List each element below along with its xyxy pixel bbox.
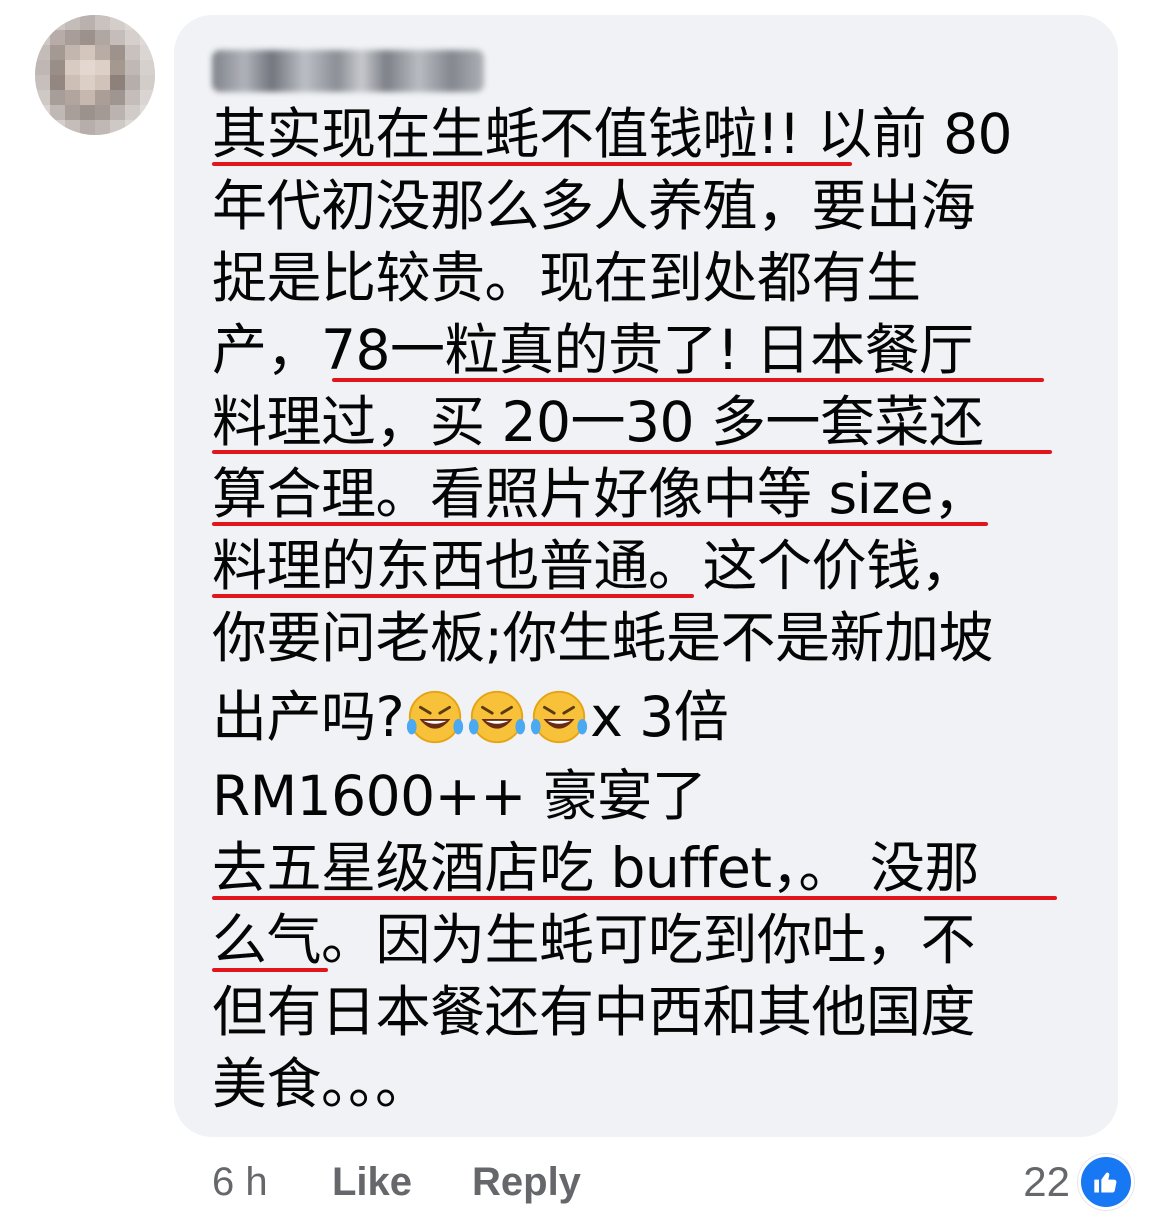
comment-line: 算合理。看照片好像中等 size， <box>212 458 1092 530</box>
comment-line: 年代初没那么多人养殖，要出海 <box>212 170 1092 242</box>
red-underline <box>212 522 988 526</box>
reaction-count: 22 <box>1023 1158 1070 1205</box>
comment-line-text: 其实现在生蚝不值钱啦!! 以前 80 <box>212 102 1013 166</box>
comment-line-text: 料理过，买 20一30 多一套菜还 <box>212 390 984 454</box>
comment-line: 出产吗? x 3倍 <box>212 674 1092 760</box>
comment-line-text: 产，78一粒真的贵了! 日本餐厅 <box>212 318 974 382</box>
comment-line: 料理的东西也普通。这个价钱， <box>212 530 1092 602</box>
comment-line-text: 你要问老板;你生蚝是不是新加坡 <box>212 606 994 670</box>
like-icon <box>1078 1154 1134 1210</box>
comment-line-text: 出产吗? <box>212 685 405 749</box>
reply-button[interactable]: Reply <box>472 1150 581 1214</box>
comment-line-text: 么气。因为生蚝可吃到你吐，不 <box>212 908 976 972</box>
comment-line-text: 美食。。。 <box>212 1052 430 1116</box>
comment-line: 料理过，买 20一30 多一套菜还 <box>212 386 1092 458</box>
comment-line-text: RM1600++ 豪宴了 <box>212 764 707 828</box>
red-underline <box>212 968 328 972</box>
avatar-pixelated-image <box>35 15 155 135</box>
rofl-emoji <box>528 686 590 748</box>
red-underline <box>212 896 1057 900</box>
comment-line-text: 但有日本餐还有中西和其他国度 <box>212 980 976 1044</box>
red-underline <box>212 594 694 598</box>
rofl-emoji <box>466 686 528 748</box>
comment-line-text: 去五星级酒店吃 buffet，。 没那 <box>212 836 979 900</box>
comment-line-text: 算合理。看照片好像中等 size， <box>212 462 988 526</box>
red-underline <box>212 450 1052 454</box>
comment-line: 但有日本餐还有中西和其他国度 <box>212 976 1092 1048</box>
timestamp[interactable]: 6 h <box>212 1150 268 1214</box>
red-underline <box>332 378 1044 382</box>
comment-line: 捉是比较贵。现在到处都有生 <box>212 242 1092 314</box>
comment-line: 美食。。。 <box>212 1048 1092 1120</box>
comment-line-text: x 3倍 <box>590 685 729 749</box>
comment-line: 你要问老板;你生蚝是不是新加坡 <box>212 602 1092 674</box>
avatar[interactable] <box>35 15 155 135</box>
comment-line-text: 捉是比较贵。现在到处都有生 <box>212 246 921 310</box>
like-button[interactable]: Like <box>332 1150 412 1214</box>
comment-line: RM1600++ 豪宴了 <box>212 760 1092 832</box>
comment-line-text: 年代初没那么多人养殖，要出海 <box>212 174 976 238</box>
red-underline <box>212 162 852 166</box>
comment-line: 么气。因为生蚝可吃到你吐，不 <box>212 904 1092 976</box>
comment-line: 去五星级酒店吃 buffet，。 没那 <box>212 832 1092 904</box>
comment-line: 其实现在生蚝不值钱啦!! 以前 80 <box>212 98 1092 170</box>
comment-line-text: 料理的东西也普通。这个价钱， <box>212 534 976 598</box>
rofl-emoji <box>404 686 466 748</box>
comment-body: 其实现在生蚝不值钱啦!! 以前 80 年代初没那么多人养殖，要出海 捉是比较贵。… <box>212 98 1092 1120</box>
reaction-summary[interactable]: 22 <box>1023 1150 1134 1214</box>
author-name-blurred[interactable] <box>212 50 484 92</box>
comment-line: 产，78一粒真的贵了! 日本餐厅 <box>212 314 1092 386</box>
